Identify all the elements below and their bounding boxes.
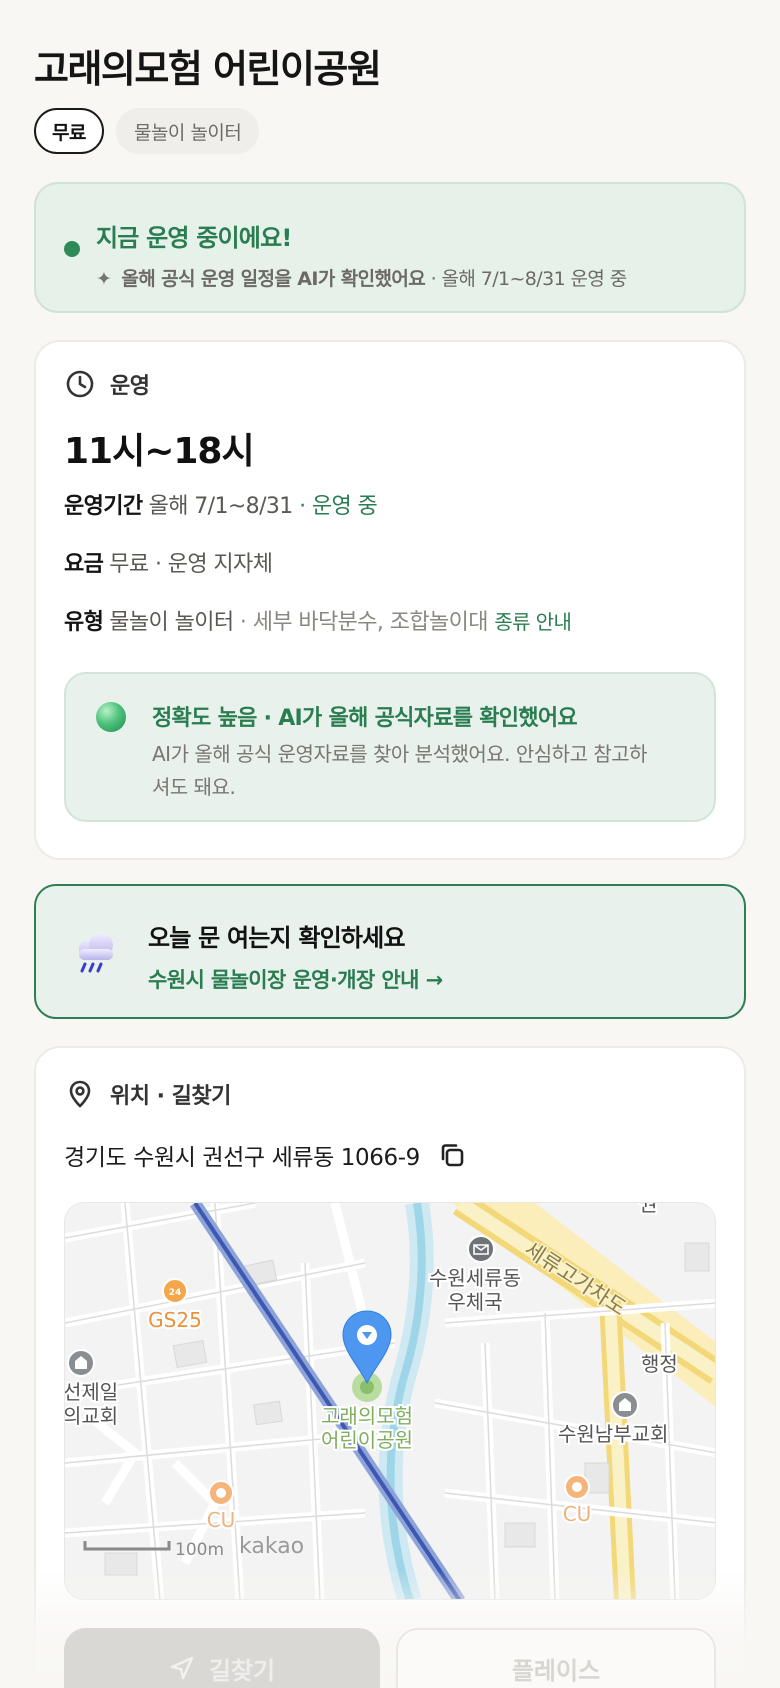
map-label-cu-left: CU bbox=[207, 1508, 236, 1532]
chip-water-playground[interactable]: 물놀이 놀이터 bbox=[115, 108, 260, 154]
map-canvas[interactable]: 24 GS25 수원세류동 우체국 세류고가차도 선제일 의교회 고래의모험 어… bbox=[65, 1203, 716, 1600]
address-row: 경기도 수원시 권선구 세류동 1066-9 bbox=[64, 1138, 466, 1172]
accuracy-orb-icon bbox=[96, 702, 126, 732]
address-text: 경기도 수원시 권선구 세류동 1066-9 bbox=[64, 1145, 420, 1171]
status-title: 지금 운영 중이에요! bbox=[96, 224, 292, 252]
cu-store-icon-left bbox=[208, 1480, 234, 1506]
period-key: 운영기간 bbox=[64, 494, 143, 519]
type-value: 물놀이 놀이터 bbox=[109, 610, 234, 635]
tag-chips: 무료 물놀이 놀이터 bbox=[34, 108, 260, 154]
type-guide-link[interactable]: 종류 안내 bbox=[494, 610, 572, 634]
sparkle-icon: ✦ bbox=[96, 268, 112, 290]
map-brand-logo: kakao bbox=[239, 1534, 304, 1559]
copy-icon[interactable] bbox=[438, 1141, 466, 1169]
map-view[interactable]: 24 GS25 수원세류동 우체국 세류고가차도 선제일 의교회 고래의모험 어… bbox=[64, 1202, 716, 1600]
park-detail-page: 고래의모험 어린이공원 무료 물놀이 놀이터 지금 운영 중이에요! ✦ 올해 공… bbox=[0, 0, 780, 1688]
fee-key: 요금 bbox=[64, 552, 104, 577]
type-key: 유형 bbox=[64, 610, 104, 635]
operation-card: 운영 11시~18시 운영기간 올해 7/1~8/31 · 운영 중 요금 무료 ·… bbox=[34, 340, 746, 860]
status-subtitle: ✦ 올해 공식 운영 일정을 AI가 확인했어요 · 올해 7/1~8/31 운영… bbox=[96, 264, 627, 291]
gs25-store-icon: 24 bbox=[162, 1278, 188, 1304]
map-label-gs25: GS25 bbox=[148, 1308, 202, 1332]
fee-value: 무료 · 운영 지자체 bbox=[109, 552, 273, 577]
accuracy-title: 정확도 높음 · AI가 올해 공식자료를 확인했어요 bbox=[152, 706, 578, 731]
period-status: · 운영 중 bbox=[292, 494, 378, 519]
map-label-edge-top: 권 bbox=[639, 1203, 657, 1216]
location-pin-icon bbox=[69, 1080, 91, 1108]
svg-text:24: 24 bbox=[169, 1288, 182, 1298]
location-section-label: 위치 · 길찾기 bbox=[110, 1084, 231, 1109]
place-button-label: 플레이스 bbox=[511, 1656, 601, 1685]
accuracy-box: 정확도 높음 · AI가 올해 공식자료를 확인했어요 AI가 올해 공식 운영… bbox=[64, 672, 716, 822]
period-value: 올해 7/1~8/31 bbox=[148, 494, 294, 519]
place-button[interactable]: 플레이스 bbox=[396, 1628, 716, 1688]
rain-cloud-icon bbox=[79, 933, 113, 973]
map-label-post-office-2: 우체국 bbox=[447, 1290, 502, 1314]
map-label-church-left-1: 선제일 bbox=[65, 1380, 118, 1404]
suwon-guide-link[interactable]: 수원시 물놀이장 운영·개장 안내 → bbox=[148, 964, 443, 994]
operating-status-card: 지금 운영 중이에요! ✦ 올해 공식 운영 일정을 AI가 확인했어요 · 올해… bbox=[34, 182, 746, 313]
check-today-card[interactable]: 오늘 문 여는지 확인하세요 수원시 물놀이장 운영·개장 안내 → bbox=[34, 884, 746, 1019]
page-title: 고래의모험 어린이공원 bbox=[34, 47, 382, 91]
map-label-cu-right: CU bbox=[563, 1502, 592, 1526]
clock-icon bbox=[66, 370, 94, 398]
location-section-header: 위치 · 길찾기 bbox=[64, 1078, 231, 1110]
map-label-post-office-1: 수원세류동 bbox=[429, 1266, 521, 1290]
status-dot bbox=[64, 241, 80, 257]
map-label-church-right: 수원남부교회 bbox=[558, 1422, 668, 1446]
directions-button[interactable]: 길찾기 bbox=[64, 1628, 380, 1688]
directions-button-label: 길찾기 bbox=[208, 1656, 276, 1685]
map-label-park-2: 어린이공원 bbox=[321, 1428, 413, 1452]
operation-section-header: 운영 bbox=[64, 368, 150, 400]
chip-free[interactable]: 무료 bbox=[34, 108, 104, 154]
map-label-edge-right: 행정 bbox=[641, 1352, 678, 1376]
map-label-church-left-2: 의교회 bbox=[65, 1404, 118, 1428]
post-office-icon bbox=[467, 1235, 495, 1263]
fee-row: 요금 무료 · 운영 지자체 bbox=[64, 546, 273, 578]
status-ai-text: 올해 공식 운영 일정을 AI가 확인했어요 bbox=[121, 268, 426, 290]
map-label-park-1: 고래의모험 bbox=[321, 1404, 413, 1428]
church-icon-left bbox=[67, 1349, 95, 1377]
map-scale-label: 100m bbox=[175, 1540, 224, 1560]
accuracy-body: AI가 올해 공식 운영자료를 찾아 분석했어요. 안심하고 참고하셔도 돼요. bbox=[152, 742, 648, 799]
check-today-title: 오늘 문 여는지 확인하세요 bbox=[148, 924, 406, 952]
type-detail: · 세부 바닥분수, 조합놀이대 bbox=[233, 610, 495, 635]
location-card: 위치 · 길찾기 경기도 수원시 권선구 세류동 1066-9 24 GS25 … bbox=[34, 1046, 746, 1688]
operating-hours: 11시~18시 bbox=[64, 431, 255, 472]
church-icon-right bbox=[611, 1391, 639, 1419]
period-row: 운영기간 올해 7/1~8/31 · 운영 중 bbox=[64, 488, 378, 520]
type-row: 유형 물놀이 놀이터 · 세부 바닥분수, 조합놀이대 종류 안내 bbox=[64, 604, 572, 636]
operation-section-label: 운영 bbox=[110, 374, 150, 399]
cu-store-icon-right bbox=[564, 1474, 590, 1500]
navigation-arrow-icon bbox=[170, 1656, 194, 1680]
status-period-text: · 올해 7/1~8/31 운영 중 bbox=[425, 268, 628, 290]
